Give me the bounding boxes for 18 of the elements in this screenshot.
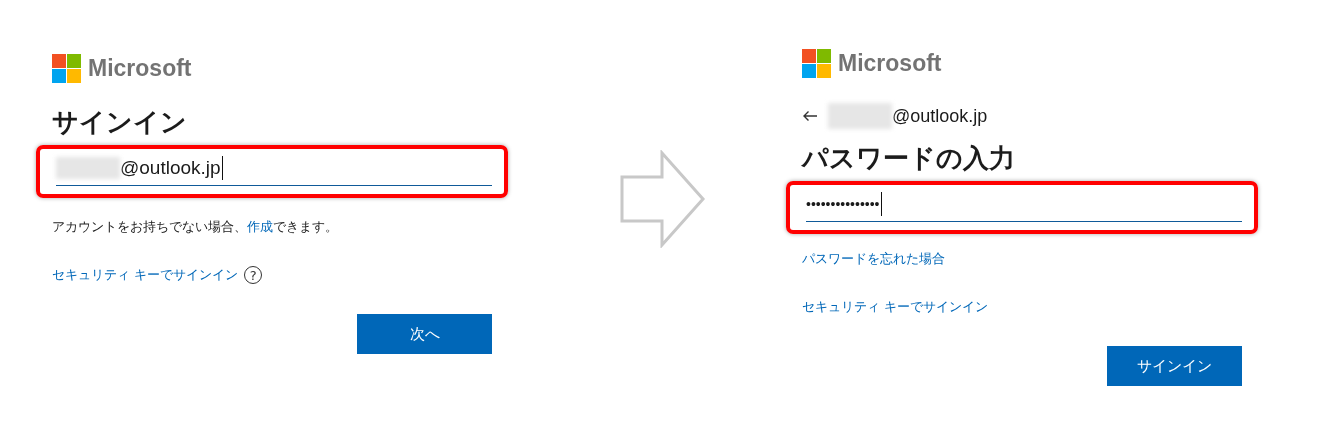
security-key-link[interactable]: セキュリティ キーでサインイン	[52, 266, 239, 284]
security-key-link[interactable]: セキュリティ キーでサインイン	[802, 298, 989, 316]
arrow-icon	[620, 150, 706, 248]
logo-text: Microsoft	[838, 50, 942, 77]
password-field[interactable]: •••••••••••••••	[806, 187, 1242, 222]
page-title: パスワードの入力	[802, 142, 1015, 175]
page-title: サインイン	[52, 106, 187, 139]
sign-in-button[interactable]: サインイン	[1107, 346, 1242, 386]
logo-icon	[52, 54, 81, 83]
logo-text: Microsoft	[88, 55, 192, 82]
logo-icon	[802, 49, 831, 78]
back-arrow-icon[interactable]	[802, 110, 818, 122]
input-field[interactable]: @outlook.jp	[56, 151, 492, 186]
create-link[interactable]: 作成	[247, 219, 273, 234]
no-account-text: アカウントをお持ちでない場合、作成できます。	[52, 218, 338, 236]
account-email: @outlook.jp	[892, 105, 988, 127]
next-button[interactable]: 次へ	[357, 314, 492, 354]
forgot-password-link[interactable]: パスワードを忘れた場合	[802, 250, 945, 268]
